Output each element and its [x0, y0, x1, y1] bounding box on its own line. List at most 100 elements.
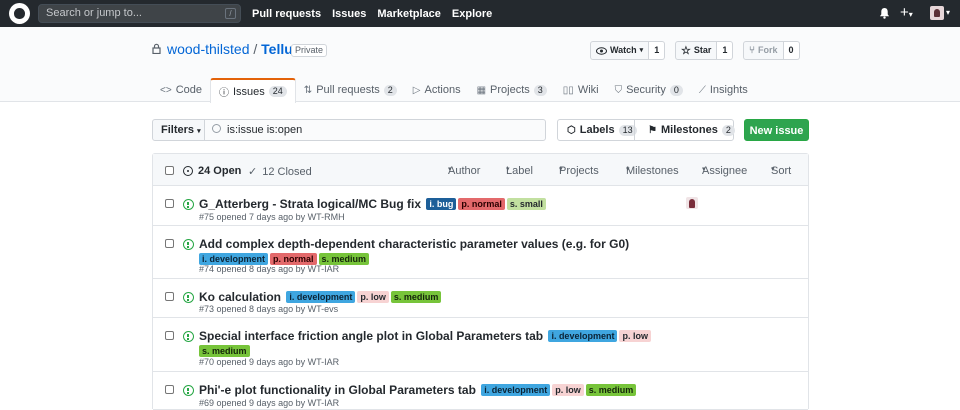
label-badge[interactable]: s. small: [506, 198, 546, 210]
repo-header: wood-thilsted / Tellus Private Watch ▾ 1 …: [0, 27, 960, 103]
label-badge[interactable]: s. medium: [199, 345, 250, 357]
search-input[interactable]: Search or jump to... /: [38, 4, 241, 23]
nav-explore[interactable]: Explore: [452, 8, 492, 20]
author-label: Author: [448, 165, 481, 177]
chevron-down-icon: ▾: [559, 166, 563, 173]
milestones-button[interactable]: ⚑ Milestones 2: [634, 119, 735, 141]
fork-button-group: ⑂ Fork 0: [743, 41, 800, 60]
select-all-checkbox[interactable]: [165, 166, 174, 175]
nav-issues[interactable]: Issues: [332, 8, 366, 20]
tab-insights[interactable]: ⟋ Insights: [691, 78, 756, 102]
repo-owner-link[interactable]: wood-thilsted: [167, 41, 250, 57]
fork-button[interactable]: ⑂ Fork: [743, 41, 784, 60]
assignee-label: Assignee: [702, 165, 748, 177]
issue-checkbox[interactable]: [165, 199, 174, 208]
issue-row[interactable]: G_Atterberg - Strata logical/MC Bug fix …: [153, 186, 808, 226]
pr-icon: ⇅: [303, 84, 313, 96]
global-header: Search or jump to... / Pull requests Iss…: [0, 0, 960, 27]
issue-title-link[interactable]: G_Atterberg - Strata logical/MC Bug fix: [199, 197, 421, 211]
issue-row[interactable]: Special interface friction angle plot in…: [153, 318, 808, 372]
issue-title-line: Phi'-e plot functionality in Global Para…: [199, 383, 778, 398]
play-icon: ▷: [412, 84, 421, 96]
issue-icon: ⓘ: [218, 88, 229, 99]
assignee-avatar[interactable]: [686, 197, 698, 209]
issue-checkbox[interactable]: [165, 385, 174, 394]
labels-button[interactable]: ⬡ Labels 13: [557, 119, 637, 141]
tab-pull-requests[interactable]: ⇅ Pull requests 2: [296, 78, 405, 102]
counter-badge: 24: [268, 86, 287, 97]
star-icon: ☆: [681, 44, 691, 57]
new-issue-button[interactable]: New issue: [744, 119, 809, 141]
label-badge[interactable]: p. low: [552, 384, 584, 396]
issue-checkbox[interactable]: [165, 331, 174, 340]
issue-title-link[interactable]: Ko calculation: [199, 290, 281, 304]
issue-opened-icon: [183, 292, 194, 303]
chevron-down-icon: ▾: [506, 166, 510, 173]
closed-issues-filter[interactable]: ✓ 12 Closed: [248, 165, 312, 179]
star-label: Star: [693, 45, 712, 55]
check-icon: ✓: [248, 166, 258, 178]
create-new-button[interactable]: +▾: [900, 4, 913, 24]
filters-dropdown[interactable]: Filters ▾: [152, 119, 205, 141]
label-label: Label: [506, 165, 533, 177]
project-icon: ▦: [476, 84, 487, 96]
chevron-down-icon: ▾: [771, 166, 775, 173]
issue-row[interactable]: Phi'-e plot functionality in Global Para…: [153, 372, 808, 410]
issue-title-link[interactable]: Add complex depth-dependent characterist…: [199, 237, 629, 251]
tab-label: Wiki: [577, 84, 599, 96]
tab-label: Insights: [709, 84, 748, 96]
issue-row[interactable]: Ko calculation i. development p. low s. me…: [153, 279, 808, 318]
labels-label: Labels: [579, 124, 615, 136]
chevron-down-icon[interactable]: ▾: [946, 8, 950, 17]
star-button[interactable]: ☆ Star: [675, 41, 718, 60]
open-issues-filter[interactable]: 24 Open: [183, 165, 241, 177]
issue-title-link[interactable]: Special interface friction angle plot in…: [199, 329, 543, 343]
milestone-icon: ⚑: [648, 124, 657, 136]
label-badge[interactable]: s. medium: [390, 291, 442, 303]
global-nav: Pull requests Issues Marketplace Explore: [252, 0, 492, 27]
issue-checkbox[interactable]: [165, 292, 174, 301]
github-logo-icon[interactable]: [9, 3, 30, 24]
issue-search-input[interactable]: is:issue is:open: [204, 119, 546, 141]
tab-security[interactable]: ⛉ Security 0: [607, 78, 691, 102]
nav-marketplace[interactable]: Marketplace: [377, 8, 441, 20]
fork-label: Fork: [758, 45, 778, 55]
issue-title-link[interactable]: Phi'-e plot functionality in Global Para…: [199, 383, 476, 397]
label-badge[interactable]: i. development: [481, 384, 551, 396]
issue-checkbox[interactable]: [165, 239, 174, 248]
issue-opened-icon: [183, 385, 194, 396]
label-badge[interactable]: p. low: [619, 330, 651, 342]
bell-icon[interactable]: [879, 7, 890, 19]
eye-icon: [596, 46, 607, 55]
counter-badge: 3: [533, 84, 547, 96]
star-count[interactable]: 1: [717, 41, 734, 60]
tab-code[interactable]: <> Code: [152, 78, 210, 102]
fork-count[interactable]: 0: [783, 41, 800, 60]
issue-meta: #75 opened 7 days ago by WT-RMH: [199, 212, 345, 222]
tab-wiki[interactable]: ▯▯ Wiki: [555, 78, 607, 102]
label-badge[interactable]: i. development: [548, 330, 618, 342]
tab-projects[interactable]: ▦ Projects 3: [469, 78, 555, 102]
issue-row[interactable]: Add complex depth-dependent characterist…: [153, 226, 808, 279]
slash-shortcut-icon: /: [225, 8, 236, 19]
tab-label: Projects: [490, 84, 530, 96]
label-badge[interactable]: s. medium: [585, 384, 637, 396]
watch-count[interactable]: 1: [649, 41, 666, 60]
watch-button[interactable]: Watch ▾: [590, 41, 650, 60]
tab-issues[interactable]: ⓘ Issues 24: [209, 78, 296, 103]
label-badge[interactable]: i. development: [286, 291, 356, 303]
code-icon: <>: [160, 84, 172, 96]
user-avatar[interactable]: [930, 6, 944, 20]
tab-label: Actions: [424, 84, 461, 96]
tab-actions[interactable]: ▷ Actions: [405, 78, 469, 102]
search-icon: [212, 124, 221, 133]
label-badge[interactable]: p. normal: [458, 198, 505, 210]
issue-search-query: is:issue is:open: [227, 124, 303, 136]
label-badge[interactable]: i. bug: [426, 198, 457, 210]
issue-title-line: Add complex depth-dependent characterist…: [199, 237, 778, 267]
nav-pull-requests[interactable]: Pull requests: [252, 8, 321, 20]
chevron-down-icon: ▾: [626, 166, 630, 173]
label-badge[interactable]: p. low: [357, 291, 389, 303]
issues-list: 24 Open ✓ 12 Closed Author ▾ Label ▾ Pro…: [152, 153, 809, 410]
book-icon: ▯▯: [562, 84, 574, 96]
